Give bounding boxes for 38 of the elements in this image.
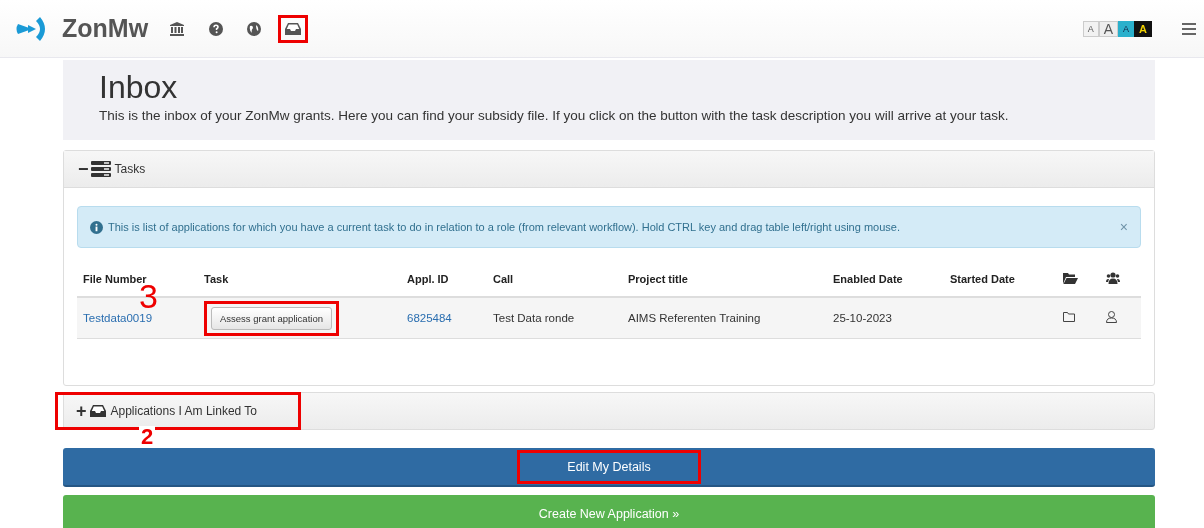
- edit-details-button[interactable]: Edit My Details: [563, 454, 655, 479]
- expand-toggle[interactable]: +: [76, 400, 87, 422]
- help-icon[interactable]: [209, 21, 224, 36]
- folder-icon: [1063, 272, 1078, 284]
- table-cell: Test Data ronde: [493, 312, 575, 324]
- intro-text: This is the inbox of your ZonMw grants. Here you can find your subsidy file. If you click on the button with the task description you will arrive at your task.: [99, 108, 1010, 123]
- menu-icon[interactable]: [1182, 22, 1196, 35]
- column-header: Project title: [628, 273, 688, 285]
- file-number-link[interactable]: Testdata0019: [83, 312, 153, 324]
- server-list-icon: [90, 161, 111, 177]
- font-size-button[interactable]: A: [1118, 20, 1135, 37]
- column-header: Started Date: [950, 273, 1015, 285]
- panel-title[interactable]: Applications I Am Linked To: [110, 404, 258, 418]
- collapse-toggle[interactable]: −: [78, 158, 89, 180]
- font-size-button[interactable]: A: [1082, 20, 1099, 37]
- column-header: Appl. ID: [407, 273, 449, 285]
- task-button[interactable]: Assess grant application: [211, 306, 332, 330]
- table-cell: AIMS Referenten Training: [628, 312, 761, 324]
- inbox-icon: [88, 404, 107, 418]
- table-cell: 25-10-2023: [833, 312, 892, 324]
- info-text: This is list of applications for which you have a current task to do in relation to a role (from relevant workflow). Hold CTRL key and drag table left/right using mouse.: [108, 221, 901, 233]
- globe-icon[interactable]: [247, 21, 262, 36]
- column-header: Task: [204, 273, 229, 285]
- bank-icon[interactable]: [169, 20, 186, 37]
- users-icon: [1106, 272, 1120, 284]
- inbox-icon[interactable]: [285, 21, 302, 36]
- folder-icon[interactable]: [1063, 312, 1075, 322]
- column-header: File Number: [83, 273, 147, 285]
- logo-text[interactable]: ZonMw: [62, 14, 149, 43]
- font-size-button[interactable]: A: [1098, 20, 1119, 37]
- info-icon: [90, 220, 103, 234]
- font-size-button[interactable]: A: [1134, 20, 1152, 37]
- panel-title: Tasks: [114, 162, 146, 176]
- user-icon[interactable]: [1106, 311, 1117, 323]
- column-header: Call: [493, 273, 514, 285]
- application-id-link[interactable]: 6825484: [407, 312, 452, 324]
- column-header: Enabled Date: [833, 273, 903, 285]
- page-title: Inbox: [99, 70, 179, 104]
